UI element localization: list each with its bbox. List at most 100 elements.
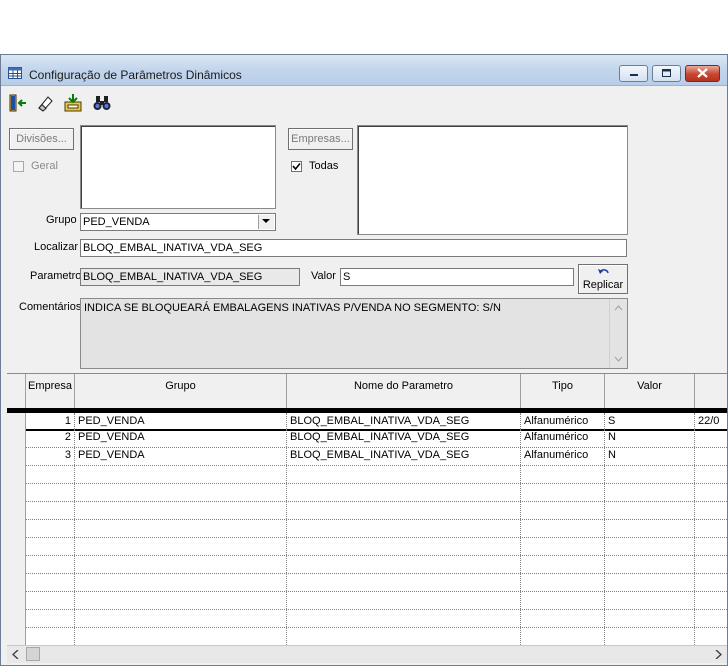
cell-tipo[interactable]: Alfanumérico	[521, 413, 605, 429]
scroll-right-button[interactable]	[710, 646, 727, 663]
cell-valor[interactable]	[605, 501, 695, 519]
cell-tipo[interactable]	[521, 501, 605, 519]
replicar-button[interactable]: Replicar	[578, 264, 628, 294]
col-empresa-header[interactable]: Empresa	[26, 374, 75, 408]
empty-table-row[interactable]	[7, 573, 727, 592]
cell-extra[interactable]	[695, 627, 727, 645]
cell-empresa[interactable]	[26, 501, 75, 519]
cell-empresa[interactable]: 2	[26, 429, 75, 447]
valor-input[interactable]: S	[340, 268, 574, 286]
cell-grupo[interactable]: PED_VENDA	[75, 447, 287, 465]
cell-nome[interactable]: BLOQ_EMBAL_INATIVA_VDA_SEG	[287, 429, 521, 447]
cell-extra[interactable]	[695, 519, 727, 537]
exit-button[interactable]	[6, 91, 30, 115]
minimize-button[interactable]	[619, 65, 648, 82]
cell-tipo[interactable]	[521, 627, 605, 645]
cell-grupo[interactable]	[75, 591, 287, 609]
scroll-thumb[interactable]	[26, 647, 40, 661]
cell-valor[interactable]	[605, 519, 695, 537]
todas-checkbox[interactable]	[291, 161, 302, 172]
empty-table-row[interactable]	[7, 465, 727, 484]
empty-table-row[interactable]	[7, 537, 727, 556]
cell-nome[interactable]: BLOQ_EMBAL_INATIVA_VDA_SEG	[287, 413, 521, 429]
cell-nome[interactable]	[287, 537, 521, 555]
divisoes-button[interactable]: Divisões...	[9, 128, 74, 150]
row-indicator[interactable]	[7, 573, 26, 591]
cell-grupo[interactable]: PED_VENDA	[75, 413, 287, 429]
cell-empresa[interactable]	[26, 627, 75, 645]
cell-grupo[interactable]	[75, 609, 287, 627]
empty-table-row[interactable]	[7, 627, 727, 646]
cell-nome[interactable]	[287, 483, 521, 501]
title-bar[interactable]: Configuração de Parâmetros Dinâmicos	[1, 55, 727, 86]
cell-valor[interactable]	[605, 609, 695, 627]
cell-extra[interactable]	[695, 555, 727, 573]
comentarios-scrollbar[interactable]	[609, 299, 627, 368]
row-indicator[interactable]	[7, 627, 26, 645]
cell-nome[interactable]	[287, 501, 521, 519]
cell-extra[interactable]	[695, 537, 727, 555]
cell-grupo[interactable]	[75, 555, 287, 573]
empty-table-row[interactable]	[7, 501, 727, 520]
parameters-grid[interactable]: Empresa Grupo Nome do Parametro Tipo Val…	[7, 373, 727, 646]
cell-nome[interactable]	[287, 519, 521, 537]
cell-empresa[interactable]	[26, 465, 75, 483]
cell-valor[interactable]	[605, 537, 695, 555]
cell-tipo[interactable]	[521, 591, 605, 609]
cell-tipo[interactable]	[521, 555, 605, 573]
cell-extra[interactable]	[695, 429, 727, 447]
row-indicator[interactable]	[7, 537, 26, 555]
cell-tipo[interactable]	[521, 519, 605, 537]
cell-valor[interactable]	[605, 465, 695, 483]
localizar-input[interactable]: BLOQ_EMBAL_INATIVA_VDA_SEG	[80, 239, 627, 257]
cell-tipo[interactable]	[521, 483, 605, 501]
cell-grupo[interactable]: PED_VENDA	[75, 429, 287, 447]
row-indicator[interactable]	[7, 555, 26, 573]
cell-tipo[interactable]: Alfanumérico	[521, 447, 605, 465]
row-indicator[interactable]	[7, 465, 26, 483]
cell-tipo[interactable]	[521, 573, 605, 591]
empty-table-row[interactable]	[7, 591, 727, 610]
cell-extra[interactable]	[695, 573, 727, 591]
cell-nome[interactable]	[287, 573, 521, 591]
row-indicator[interactable]	[7, 429, 26, 447]
col-grupo-header[interactable]: Grupo	[75, 374, 287, 408]
cell-empresa[interactable]	[26, 519, 75, 537]
grupo-dropdown-button[interactable]	[258, 215, 274, 229]
row-indicator[interactable]	[7, 413, 26, 429]
cell-empresa[interactable]	[26, 573, 75, 591]
col-tipo-header[interactable]: Tipo	[521, 374, 605, 408]
grupo-select[interactable]: PED_VENDA	[80, 213, 276, 231]
clear-button[interactable]	[33, 91, 57, 115]
save-button[interactable]	[61, 91, 85, 115]
cell-grupo[interactable]	[75, 519, 287, 537]
divisoes-listbox[interactable]	[80, 125, 276, 209]
col-valor-header[interactable]: Valor	[605, 374, 695, 408]
cell-valor[interactable]	[605, 573, 695, 591]
cell-tipo[interactable]	[521, 609, 605, 627]
cell-extra[interactable]	[695, 591, 727, 609]
close-button[interactable]	[685, 65, 720, 82]
scroll-left-button[interactable]	[7, 646, 24, 663]
cell-nome[interactable]	[287, 609, 521, 627]
cell-nome[interactable]	[287, 465, 521, 483]
cell-empresa[interactable]	[26, 537, 75, 555]
cell-valor[interactable]	[605, 555, 695, 573]
grid-horizontal-scrollbar[interactable]	[7, 645, 727, 663]
table-row[interactable]: 1 PED_VENDA BLOQ_EMBAL_INATIVA_VDA_SEG Alfa…	[7, 411, 727, 431]
cell-grupo[interactable]	[75, 501, 287, 519]
cell-extra[interactable]	[695, 483, 727, 501]
empresas-button[interactable]: Empresas...	[288, 128, 353, 150]
geral-checkbox[interactable]	[13, 161, 24, 172]
cell-extra[interactable]: 22/0	[695, 413, 727, 429]
cell-valor[interactable]	[605, 483, 695, 501]
search-button[interactable]	[90, 91, 114, 115]
cell-grupo[interactable]	[75, 573, 287, 591]
row-indicator[interactable]	[7, 501, 26, 519]
cell-grupo[interactable]	[75, 483, 287, 501]
cell-empresa[interactable]: 3	[26, 447, 75, 465]
cell-empresa[interactable]	[26, 609, 75, 627]
cell-tipo[interactable]: Alfanumérico	[521, 429, 605, 447]
col-nome-header[interactable]: Nome do Parametro	[287, 374, 521, 408]
cell-valor[interactable]: N	[605, 429, 695, 447]
